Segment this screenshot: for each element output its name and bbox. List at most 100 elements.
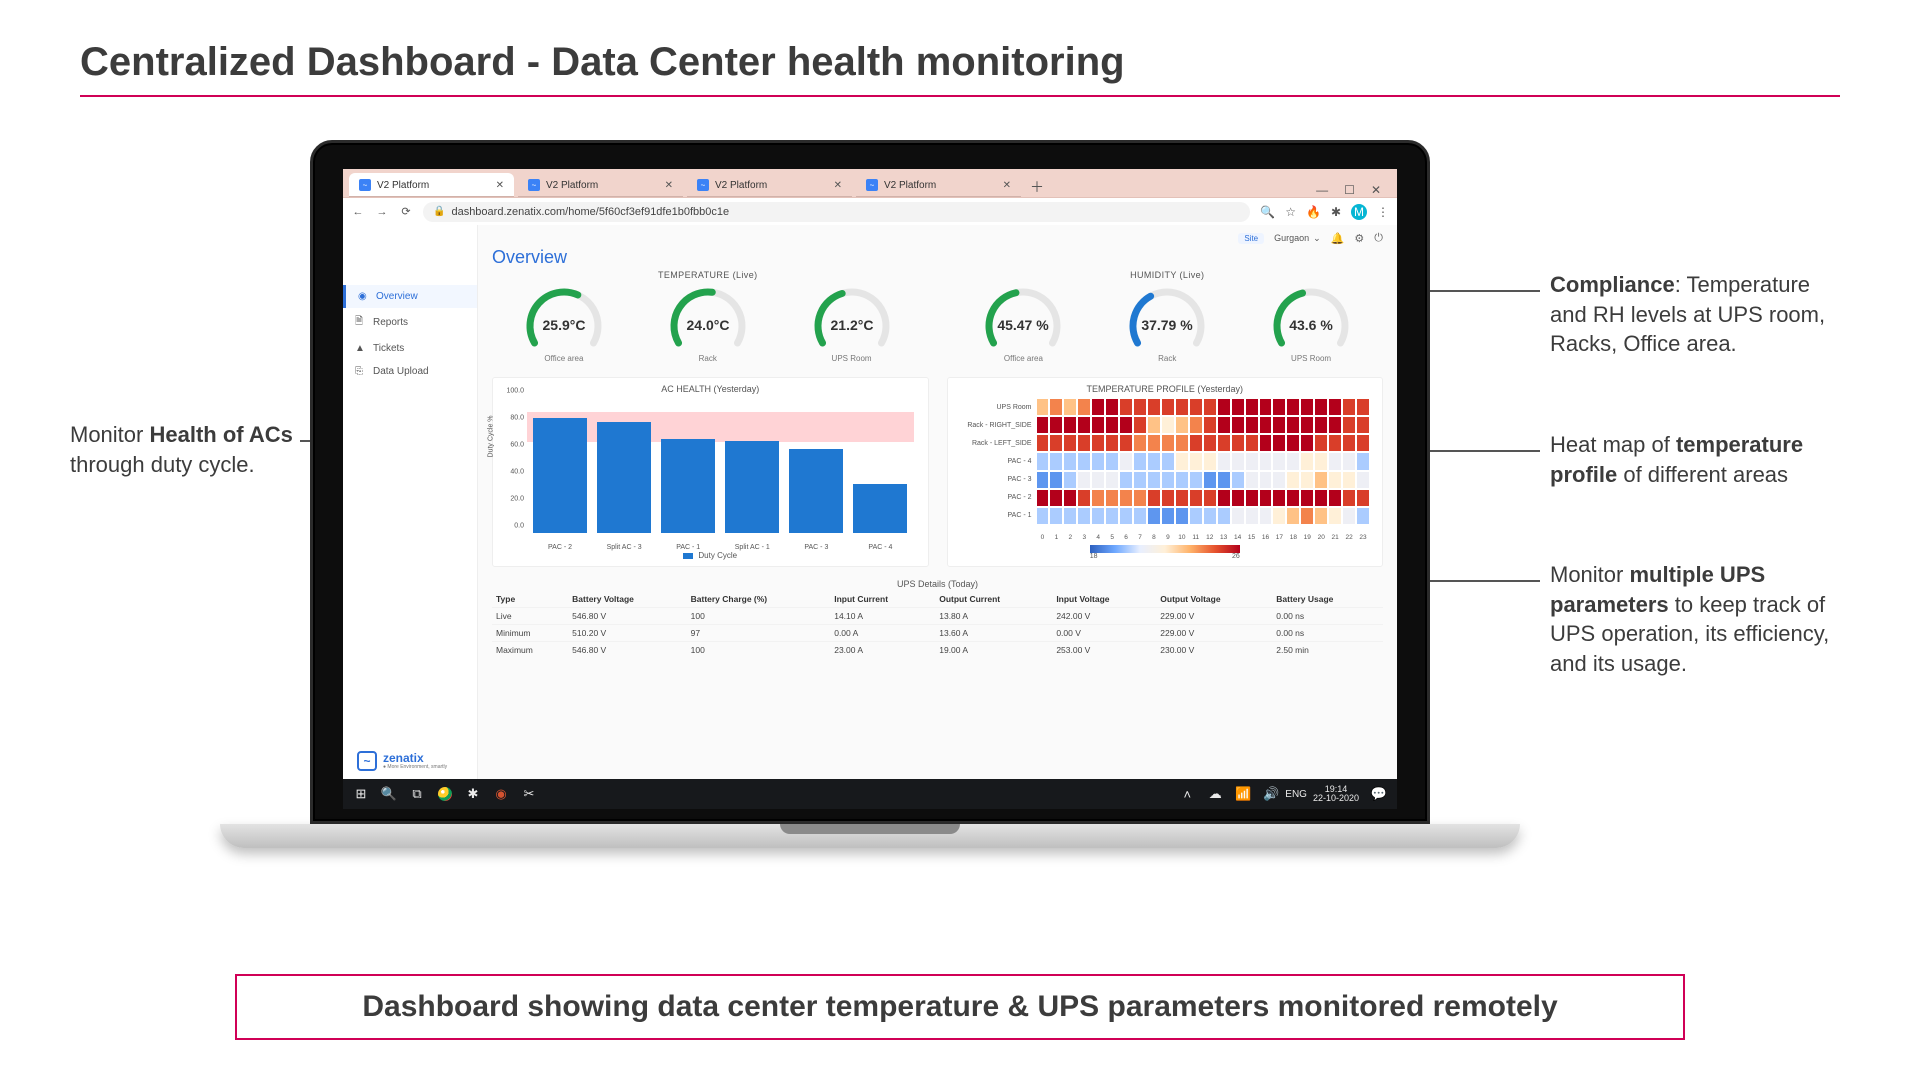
bell-icon[interactable]: 🔔 bbox=[1331, 232, 1345, 245]
heatmap-cell bbox=[1091, 471, 1105, 489]
heatmap-cell bbox=[1286, 507, 1300, 525]
heatmap-cell bbox=[1175, 507, 1189, 525]
panel-ac-health: AC HEALTH (Yesterday) Duty Cycle % 0.020… bbox=[492, 377, 929, 567]
sidebar-item-reports[interactable]: 🗎 Reports bbox=[343, 308, 477, 337]
heatmap-cell bbox=[1356, 398, 1370, 416]
bar bbox=[725, 441, 779, 533]
heatmap-cell bbox=[1189, 507, 1203, 525]
heatmap-cell bbox=[1049, 489, 1063, 507]
heatmap-cell bbox=[1133, 452, 1147, 470]
taskbar-clock[interactable]: 19:14 22-10-2020 bbox=[1307, 785, 1365, 803]
notifications-icon[interactable]: 💬 bbox=[1365, 783, 1393, 805]
heatmap-cell bbox=[1356, 416, 1370, 434]
heatmap-cell bbox=[1063, 507, 1077, 525]
url-input[interactable]: 🔒 dashboard.zenatix.com/home/5f60cf3ef91… bbox=[423, 202, 1250, 222]
browser-tab[interactable]: ~ V2 Platform ✕ bbox=[518, 173, 683, 197]
heatmap-cell bbox=[1133, 416, 1147, 434]
powerpoint-icon[interactable]: ◉ bbox=[487, 783, 515, 805]
heatmap-cell bbox=[1119, 398, 1133, 416]
power-icon[interactable]: ⏻ bbox=[1374, 232, 1383, 245]
ups-cell: 242.00 V bbox=[1052, 608, 1156, 625]
wifi-icon[interactable]: 📶 bbox=[1229, 783, 1257, 805]
bar bbox=[853, 484, 907, 533]
search-icon[interactable]: 🔍 bbox=[1260, 205, 1275, 219]
heatmap-cell bbox=[1342, 471, 1356, 489]
browser-tab[interactable]: ~ V2 Platform ✕ bbox=[856, 173, 1021, 197]
heatmap-cell bbox=[1091, 452, 1105, 470]
heatmap-x-tick: 23 bbox=[1356, 534, 1370, 541]
heatmap-cell bbox=[1217, 471, 1231, 489]
tab-close-icon[interactable]: ✕ bbox=[496, 180, 504, 191]
gauge-group-title: HUMIDITY (Live) bbox=[952, 270, 1384, 280]
heatmap-cell bbox=[1175, 489, 1189, 507]
laptop-mockup: ~ V2 Platform ✕ ~ V2 Platform ✕ ~ V2 Pla… bbox=[310, 140, 1430, 848]
window-maximize-icon[interactable]: ☐ bbox=[1344, 183, 1355, 197]
gauge-label: Rack bbox=[699, 354, 717, 363]
snip-icon[interactable]: ✂ bbox=[515, 783, 543, 805]
slack-icon[interactable]: ✱ bbox=[459, 783, 487, 805]
heatmap-cell bbox=[1272, 507, 1286, 525]
sidebar-item-tickets[interactable]: ▲ Tickets bbox=[343, 337, 477, 360]
tray-chevron-icon[interactable]: ˄ bbox=[1173, 783, 1201, 805]
sidebar-item-label: Overview bbox=[376, 291, 418, 302]
heatmap-cell bbox=[1077, 434, 1091, 452]
start-menu-icon[interactable]: ⊞ bbox=[347, 783, 375, 805]
y-tick: 20.0 bbox=[510, 496, 524, 503]
heatmap-cell bbox=[1217, 434, 1231, 452]
heatmap-cell bbox=[1091, 507, 1105, 525]
kebab-menu-icon[interactable]: ⋮ bbox=[1377, 205, 1389, 219]
location-dropdown[interactable]: Gurgaon ⌄ bbox=[1274, 233, 1321, 244]
nav-back-icon[interactable]: ← bbox=[351, 206, 365, 218]
heatmap-cell bbox=[1203, 489, 1217, 507]
window-close-icon[interactable]: ✕ bbox=[1371, 183, 1381, 197]
browser-tab[interactable]: ~ V2 Platform ✕ bbox=[687, 173, 852, 197]
y-axis-label: Duty Cycle % bbox=[488, 415, 495, 457]
site-badge: Site bbox=[1238, 233, 1264, 244]
gear-icon[interactable]: ⚙ bbox=[1354, 232, 1364, 245]
heatmap-cell bbox=[1105, 452, 1119, 470]
heatmap-row-label: PAC - 2 bbox=[956, 489, 1036, 507]
heatmap-cell bbox=[1049, 507, 1063, 525]
taskbar-search-icon[interactable]: 🔍 bbox=[375, 783, 403, 805]
nav-reload-icon[interactable]: ⟳ bbox=[399, 205, 413, 218]
heatmap-cell bbox=[1328, 489, 1342, 507]
tab-close-icon[interactable]: ✕ bbox=[665, 180, 673, 191]
tab-close-icon[interactable]: ✕ bbox=[1003, 180, 1011, 191]
flame-icon[interactable]: 🔥 bbox=[1306, 205, 1321, 219]
heatmap-cell bbox=[1356, 452, 1370, 470]
heatmap-cell bbox=[1147, 471, 1161, 489]
volume-icon[interactable]: 🔊 bbox=[1257, 783, 1285, 805]
star-icon[interactable]: ☆ bbox=[1285, 205, 1296, 219]
heatmap-cell bbox=[1036, 452, 1050, 470]
task-view-icon[interactable]: ⧉ bbox=[403, 783, 431, 805]
heatmap-cell bbox=[1203, 452, 1217, 470]
heatmap-cell bbox=[1091, 416, 1105, 434]
browser-tab-active[interactable]: ~ V2 Platform ✕ bbox=[349, 173, 514, 197]
brand-name: zenatix bbox=[383, 752, 447, 764]
heatmap-cell bbox=[1245, 489, 1259, 507]
tab-close-icon[interactable]: ✕ bbox=[834, 180, 842, 191]
browser-profile-avatar[interactable]: M bbox=[1351, 204, 1367, 220]
nav-forward-icon[interactable]: → bbox=[375, 206, 389, 218]
heatmap-cell bbox=[1175, 471, 1189, 489]
heatmap-cell bbox=[1189, 434, 1203, 452]
new-tab-button[interactable]: ＋ bbox=[1025, 177, 1049, 197]
heatmap-x-tick: 15 bbox=[1245, 534, 1259, 541]
heatmap-cell bbox=[1217, 489, 1231, 507]
heatmap-cell bbox=[1314, 507, 1328, 525]
cloud-icon[interactable]: ☁ bbox=[1201, 783, 1229, 805]
heatmap-cell bbox=[1231, 507, 1245, 525]
sidebar-item-overview[interactable]: ◉ Overview bbox=[343, 285, 477, 308]
chrome-icon[interactable] bbox=[431, 783, 459, 805]
window-minimize-icon[interactable]: — bbox=[1316, 183, 1328, 197]
heatmap-cell bbox=[1147, 398, 1161, 416]
heatmap-cell bbox=[1300, 416, 1314, 434]
heatmap-cell bbox=[1356, 489, 1370, 507]
legend-label: Duty Cycle bbox=[698, 551, 737, 560]
taskbar-lang[interactable]: ENG bbox=[1285, 789, 1307, 800]
svg-text:25.9°C: 25.9°C bbox=[542, 317, 585, 333]
heatmap-row-label: UPS Room bbox=[956, 398, 1036, 416]
ups-cell: 546.80 V bbox=[568, 642, 686, 659]
extensions-icon[interactable]: ✱ bbox=[1331, 205, 1341, 219]
sidebar-item-dataupload[interactable]: ⎘ Data Upload bbox=[343, 360, 477, 383]
